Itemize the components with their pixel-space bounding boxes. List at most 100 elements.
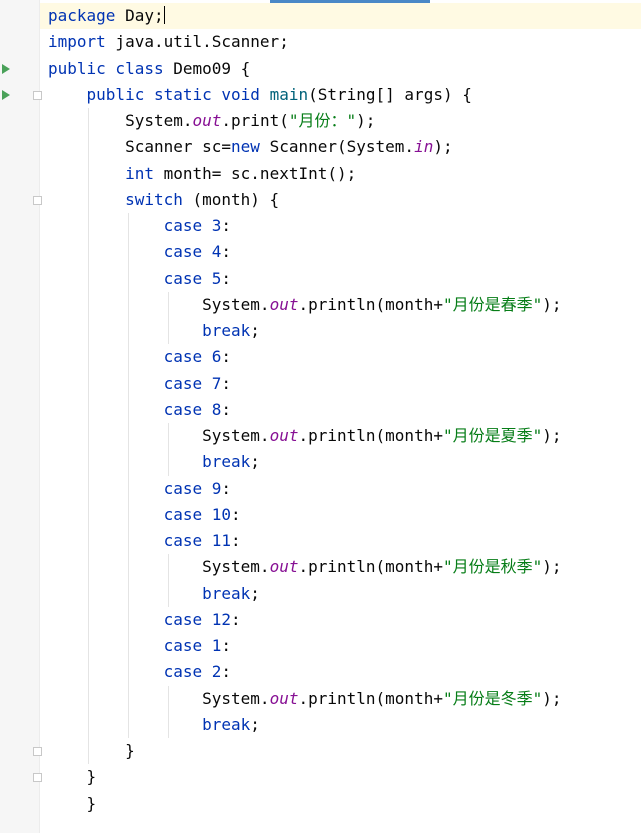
code-line[interactable]: public class Demo09 {	[40, 56, 641, 82]
code-token: case	[163, 531, 203, 550]
code-token: 5	[211, 268, 222, 288]
code-token: "月份是冬季"	[442, 688, 543, 708]
code-token: .println(month+	[298, 426, 443, 445]
code-token: ;	[250, 583, 260, 603]
fold-toggle-icon[interactable]	[33, 747, 42, 756]
editor-gutter	[0, 0, 40, 833]
code-token: :	[221, 399, 232, 419]
code-line[interactable]: int month= sc.nextInt();	[40, 161, 641, 187]
code-line[interactable]: break;	[40, 581, 641, 607]
code-text: case 7:	[48, 371, 231, 397]
code-token: :	[231, 531, 241, 550]
code-line[interactable]: case 8:	[40, 397, 641, 423]
code-line[interactable]: package Day;	[40, 3, 641, 29]
code-line[interactable]: case 5:	[40, 266, 641, 292]
code-line[interactable]: import java.util.Scanner;	[40, 29, 641, 55]
text-caret	[163, 6, 165, 24]
code-line[interactable]: public static void main(String[] args) {	[40, 82, 641, 108]
code-line[interactable]: Scanner sc=new Scanner(System.in);	[40, 134, 641, 160]
fold-toggle-icon[interactable]	[33, 195, 42, 205]
code-line[interactable]: case 4:	[40, 239, 641, 265]
code-line[interactable]: case 7:	[40, 371, 641, 397]
code-token: System.	[48, 294, 270, 314]
code-line[interactable]: case 6:	[40, 344, 641, 370]
code-line[interactable]: }	[40, 764, 641, 790]
code-token: .print(	[221, 111, 289, 130]
code-token: case	[163, 609, 203, 629]
code-text: case 5:	[48, 266, 231, 292]
fold-toggle-icon[interactable]	[33, 773, 42, 783]
code-line[interactable]: case 12:	[40, 607, 641, 633]
code-text: break;	[48, 581, 260, 607]
code-line[interactable]: case 3:	[40, 213, 641, 239]
code-line[interactable]: case 9:	[40, 476, 641, 502]
code-token: 4	[211, 242, 222, 262]
code-line[interactable]: break;	[40, 712, 641, 738]
indent-guide	[128, 213, 129, 738]
code-token: out	[192, 111, 222, 130]
code-token: }	[48, 741, 135, 760]
code-token: (String[] args) {	[308, 84, 472, 104]
code-line[interactable]: case 1:	[40, 633, 641, 659]
code-token: .println(month+	[298, 557, 443, 577]
code-line[interactable]: System.out.println(month+"月份是春季");	[40, 292, 641, 318]
code-text: }	[48, 791, 97, 817]
code-line[interactable]: System.out.println(month+"月份是秋季");	[40, 554, 641, 580]
code-line[interactable]: case 11:	[40, 528, 641, 554]
code-text: case 12:	[48, 607, 241, 633]
code-text: public class Demo09 {	[48, 56, 250, 82]
code-token: .println(month+	[298, 294, 443, 314]
code-token: case	[163, 662, 203, 682]
code-token: );	[542, 426, 562, 445]
code-text: System.out.println(month+"月份是秋季");	[48, 554, 562, 580]
code-token: System.	[48, 111, 193, 130]
code-token: month= sc.nextInt();	[153, 163, 357, 183]
code-token: in	[414, 137, 434, 157]
code-line[interactable]: }	[40, 791, 641, 817]
code-line[interactable]: case 2:	[40, 659, 641, 685]
code-line[interactable]: System.out.println(month+"月份是冬季");	[40, 686, 641, 712]
indent-guide	[88, 108, 89, 765]
code-text: case 2:	[48, 659, 231, 685]
code-token: import	[48, 32, 106, 52]
code-token: 11	[211, 531, 232, 550]
code-token: case	[163, 242, 203, 262]
code-token: "月份是春季"	[442, 294, 543, 314]
code-token: out	[269, 294, 299, 314]
code-line[interactable]: case 10:	[40, 502, 641, 528]
code-line[interactable]: break;	[40, 318, 641, 344]
code-line[interactable]: switch (month) {	[40, 187, 641, 213]
code-token: 1	[211, 636, 222, 655]
run-gutter-icon[interactable]	[2, 63, 10, 74]
code-text: case 8:	[48, 397, 231, 423]
code-token: System.	[48, 557, 270, 577]
code-line[interactable]: }	[40, 738, 641, 764]
indent-guide	[168, 685, 169, 738]
code-token: );	[542, 294, 562, 314]
code-line[interactable]: System.out.print("月份：");	[40, 108, 641, 134]
code-line[interactable]: System.out.println(month+"月份是夏季");	[40, 423, 641, 449]
code-token: ;	[250, 452, 260, 472]
code-editor[interactable]: package Day; import java.util.Scanner; pub…	[40, 0, 641, 833]
code-token: );	[542, 557, 562, 577]
code-text: int month= sc.nextInt();	[48, 161, 356, 187]
code-token: :	[221, 347, 232, 367]
fold-toggle-icon[interactable]	[33, 90, 42, 100]
code-token: System.	[48, 688, 270, 708]
code-line[interactable]: break;	[40, 449, 641, 475]
code-token: :	[231, 609, 241, 629]
run-gutter-icon[interactable]	[2, 89, 10, 100]
code-token: java.util.Scanner;	[105, 32, 289, 52]
indent-guide	[168, 423, 169, 476]
